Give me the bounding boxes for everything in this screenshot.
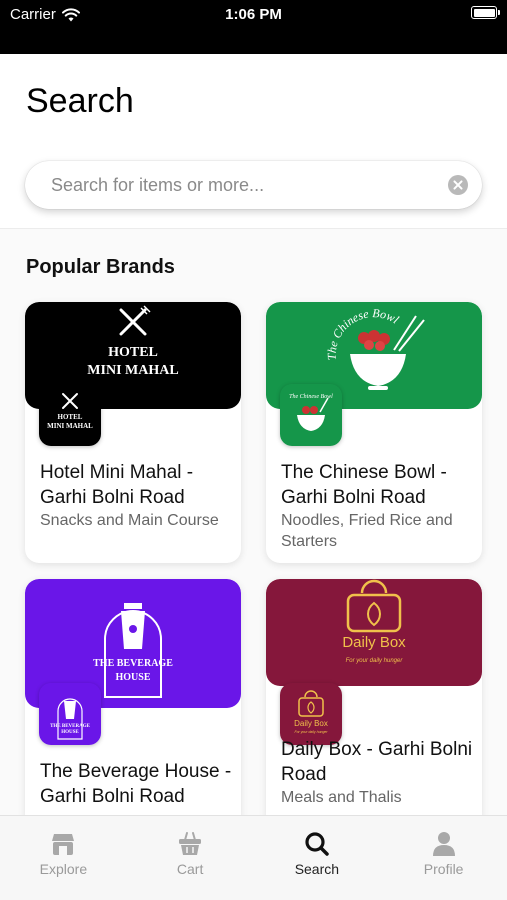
page-title: Search [26, 82, 134, 120]
tab-bar: Explore Cart Search Profile [0, 815, 507, 900]
brand-banner: Daily Box For your daily hunger [266, 579, 482, 686]
brand-logo-thumbnail: THE BEVERAGE HOUSE [39, 683, 101, 745]
search-input[interactable] [51, 174, 448, 196]
brand-logo-text: THE BEVERAGE [93, 658, 173, 669]
section-title: Popular Brands [26, 256, 175, 278]
brand-banner-image: Daily Box For your daily hunger [266, 579, 482, 686]
tab-profile[interactable]: Profile [380, 816, 507, 900]
clear-icon[interactable] [448, 175, 468, 195]
brand-logo-text: For your daily hunger [294, 730, 328, 734]
brand-logo-text: HOTEL [108, 345, 158, 360]
brand-card[interactable]: THE BEVERAGE HOUSE THE BEVERAGE HOUSE Th… [25, 579, 241, 829]
brand-logo-thumbnail: The Chinese Bowl [280, 384, 342, 446]
person-icon [432, 832, 455, 856]
tab-label: Explore [39, 861, 88, 877]
brand-name: The Beverage House - Garhi Bolni Road [40, 761, 232, 807]
brand-cuisine: Snacks and Main Course [40, 512, 219, 529]
brand-name: Daily Box - Garhi Bolni Road [281, 739, 473, 785]
basket-icon [179, 832, 202, 855]
brand-card[interactable]: The Chinese Bowl The Chinese Bowl The Ch… [266, 302, 482, 563]
store-icon [52, 834, 75, 855]
tab-search[interactable]: Search [254, 816, 381, 900]
tab-label: Search [294, 861, 340, 877]
tab-cart[interactable]: Cart [127, 816, 254, 900]
brand-logo-text: HOTEL [58, 413, 83, 421]
brand-name: The Chinese Bowl - Garhi Bolni Road [281, 462, 447, 508]
brand-card[interactable]: Daily Box For your daily hunger Daily Bo… [266, 579, 482, 829]
tab-label: Profile [423, 861, 464, 877]
brand-logo-text: HOUSE [61, 730, 79, 735]
status-bar: Carrier 1:06 PM [0, 0, 507, 54]
brand-logo-text: THE BEVERAGE [50, 724, 91, 729]
brand-card[interactable]: HOTEL MINI MAHAL HOTEL MINI MAHAL Hotel … [25, 302, 241, 563]
brand-logo-text: For your daily hunger [346, 658, 404, 664]
brand-logo-text: Daily Box [294, 719, 328, 728]
search-bar[interactable] [25, 161, 482, 209]
brand-name: Hotel Mini Mahal - Garhi Bolni Road [40, 462, 194, 508]
status-time: 1:06 PM [225, 6, 282, 23]
brand-logo-thumbnail: Daily Box For your daily hunger [280, 683, 342, 745]
brand-logo-thumbnail: HOTEL MINI MAHAL [39, 384, 101, 446]
brand-cuisine: Meals and Thalis [281, 789, 402, 806]
search-icon [305, 832, 329, 856]
brand-cuisine: Noodles, Fried Rice and Starters [281, 512, 453, 550]
brand-logo-text: MINI MAHAL [47, 422, 93, 430]
tab-label: Cart [176, 861, 204, 877]
brand-logo-text: Daily Box [342, 634, 406, 651]
brand-logo-text: MINI MAHAL [87, 363, 178, 378]
brand-logo-text: HOUSE [115, 672, 150, 683]
tab-explore[interactable]: Explore [0, 816, 127, 900]
battery-icon [471, 6, 500, 19]
